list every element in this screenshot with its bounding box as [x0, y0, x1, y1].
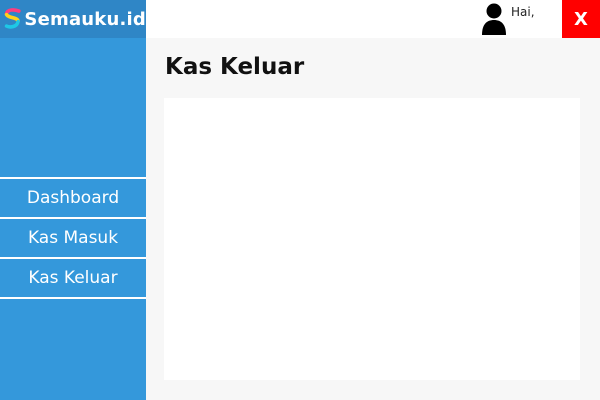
sidebar-item-label: Kas Keluar: [28, 268, 118, 288]
semauku-s-logo-icon: [4, 8, 21, 29]
sidebar-item-kas-keluar[interactable]: Kas Keluar: [0, 257, 146, 299]
sidebar-item-label: Kas Masuk: [27, 228, 119, 248]
page-title: Kas Keluar: [165, 54, 305, 80]
close-button[interactable]: X: [562, 0, 600, 38]
close-label: X: [574, 8, 588, 30]
content-card: [164, 98, 580, 380]
brand-name: Semauku.id: [24, 8, 146, 30]
sidebar-item-label: Dashboard: [26, 188, 120, 208]
user-icon[interactable]: [479, 2, 509, 35]
sidebar-item-kas-masuk[interactable]: Kas Masuk: [0, 217, 146, 257]
user-greeting: Hai,: [511, 5, 535, 19]
sidebar-nav: Dashboard Kas Masuk Kas Keluar: [0, 177, 146, 299]
brand-header[interactable]: Semauku.id: [0, 0, 146, 38]
sidebar: Semauku.id Dashboard Kas Masuk Kas Kelua…: [0, 0, 146, 400]
sidebar-item-dashboard[interactable]: Dashboard: [0, 177, 146, 217]
